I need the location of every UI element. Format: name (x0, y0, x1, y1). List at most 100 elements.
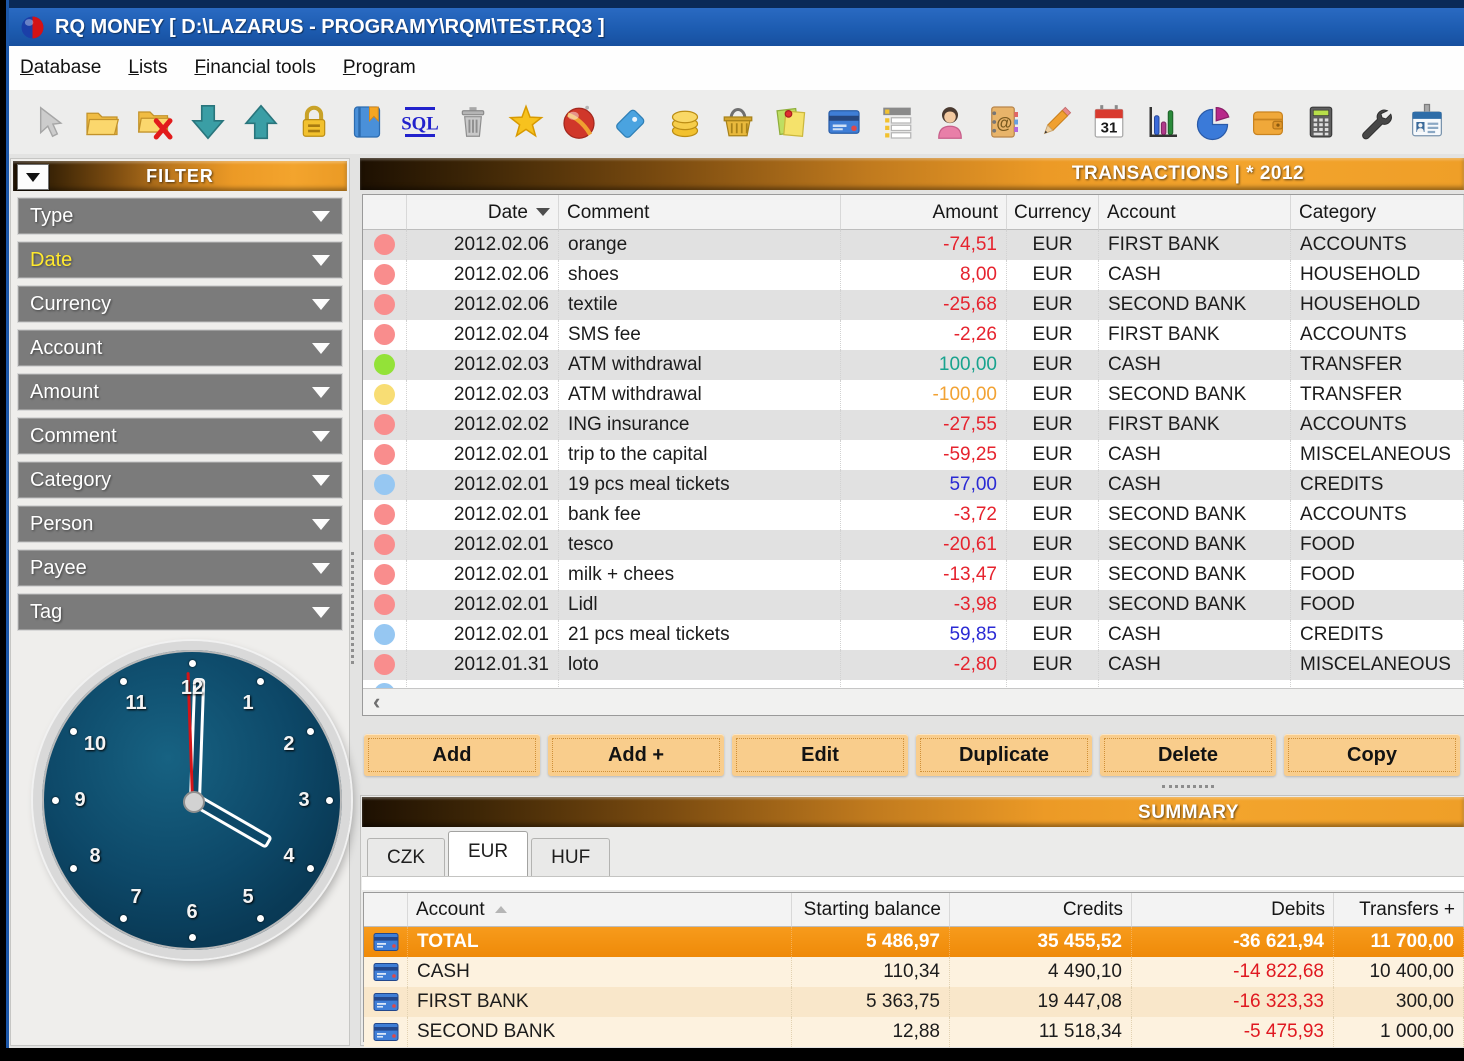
calculator-icon[interactable] (1300, 101, 1342, 143)
basket-icon[interactable] (717, 101, 759, 143)
pie-chart-icon[interactable] (1194, 101, 1236, 143)
summary-column-header-debits[interactable]: Debits (1132, 893, 1334, 927)
cursor-icon[interactable] (28, 101, 70, 143)
summary-column-header-icon[interactable] (364, 893, 408, 927)
credit-card-icon[interactable] (823, 101, 865, 143)
column-header-account[interactable]: Account (1099, 195, 1291, 230)
column-header-amount[interactable]: Amount (841, 195, 1007, 230)
id-card-icon[interactable] (1406, 101, 1448, 143)
filter-item-date[interactable]: Date (17, 241, 343, 279)
journal-icon[interactable] (346, 101, 388, 143)
menu-item-database[interactable]: Database (20, 57, 101, 79)
column-header-dot[interactable] (363, 195, 407, 230)
folder-open-icon[interactable] (81, 101, 123, 143)
filter-collapse-button[interactable] (17, 164, 49, 190)
tag-icon[interactable] (611, 101, 653, 143)
transaction-row[interactable]: 2012.02.06shoes8,00EURCASHHOUSEHOLD (363, 260, 1464, 290)
transaction-row[interactable]: 2012.02.01trip to the capital-59,25EURCA… (363, 440, 1464, 470)
panel-splitter-vertical[interactable] (351, 552, 354, 664)
summary-row[interactable]: SECOND BANK12,8811 518,34-5 475,931 000,… (364, 1017, 1464, 1047)
transaction-row[interactable]: 2012.02.01Lidl-3,98EURSECOND BANKFOOD (363, 590, 1464, 620)
address-book-icon[interactable]: @ (982, 101, 1024, 143)
transaction-row[interactable]: 2012.02.03ATM withdrawal-100,00EURSECOND… (363, 380, 1464, 410)
summary-column-header-starting-balance[interactable]: Starting balance (792, 893, 950, 927)
summary-row[interactable]: FIRST BANK5 363,7519 447,08-16 323,33300… (364, 987, 1464, 1017)
transaction-row[interactable]: 2012.01.31loto-2,80EURCASHMISCELANEOUS (363, 650, 1464, 680)
sql-icon[interactable]: SQL (399, 101, 441, 143)
tab-huf[interactable]: HUF (531, 838, 610, 876)
column-header-currency[interactable]: Currency (1007, 195, 1099, 230)
arrow-down-icon[interactable] (187, 101, 229, 143)
filter-item-amount[interactable]: Amount (17, 373, 343, 411)
clock-number: 7 (123, 884, 149, 910)
panel-splitter-horizontal[interactable] (360, 783, 1464, 789)
copy-button[interactable]: Copy (1284, 734, 1460, 776)
clock-tick-dot (307, 865, 314, 872)
menu-item-program[interactable]: Program (343, 57, 416, 79)
arrow-up-icon[interactable] (240, 101, 282, 143)
filter-item-label: Amount (18, 374, 342, 410)
transaction-row[interactable]: 2012.02.01bank fee-3,72EURSECOND BANKACC… (363, 500, 1464, 530)
bar-chart-icon[interactable] (1141, 101, 1183, 143)
folder-delete-icon[interactable] (134, 101, 176, 143)
add-button[interactable]: Add (364, 734, 540, 776)
wrench-icon[interactable] (1353, 101, 1395, 143)
transaction-row[interactable]: 2012.02.06textile-25,68EURSECOND BANKHOU… (363, 290, 1464, 320)
lock-icon[interactable] (293, 101, 335, 143)
transaction-row[interactable]: 2012.02.02ING insurance-27,55EURFIRST BA… (363, 410, 1464, 440)
column-header-category[interactable]: Category (1291, 195, 1464, 230)
tab-czk[interactable]: CZK (367, 838, 445, 876)
transaction-row[interactable]: 2012.02.04SMS fee-2,26EURFIRST BANKACCOU… (363, 320, 1464, 350)
horizontal-scrollbar[interactable]: ‹ (363, 688, 1464, 715)
filter-item-account[interactable]: Account (17, 329, 343, 367)
add-button[interactable]: Add + (548, 734, 724, 776)
menu-item-financial-tools[interactable]: Financial tools (194, 57, 315, 79)
filter-item-label: Tag (18, 594, 342, 630)
content-area: FILTER TypeDateCurrencyAccountAmountComm… (6, 154, 1464, 1048)
cell-currency: EUR (1007, 590, 1099, 620)
coins-icon[interactable] (664, 101, 706, 143)
star-icon[interactable] (505, 101, 547, 143)
summary-column-header-credits[interactable]: Credits (950, 893, 1132, 927)
checklist-icon[interactable] (876, 101, 918, 143)
scroll-left-icon[interactable]: ‹ (363, 691, 380, 713)
filter-item-payee[interactable]: Payee (17, 549, 343, 587)
column-header-comment[interactable]: Comment (559, 195, 841, 230)
column-header-date[interactable]: Date (407, 195, 559, 230)
debits-value: -14 822,68 (1233, 957, 1324, 987)
filter-item-comment[interactable]: Comment (17, 417, 343, 455)
filter-item-category[interactable]: Category (17, 461, 343, 499)
menu-item-lists[interactable]: Lists (128, 57, 167, 79)
amount-value: -13,47 (943, 564, 997, 585)
delete-button[interactable]: Delete (1100, 734, 1276, 776)
transaction-row[interactable]: 2012.02.03ATM withdrawal100,00EURCASHTRA… (363, 350, 1464, 380)
calendar-icon[interactable]: 31 (1088, 101, 1130, 143)
filter-item-tag[interactable]: Tag (17, 593, 343, 631)
summary-row[interactable]: CASH110,344 490,10-14 822,6810 400,00 (364, 957, 1464, 987)
transaction-row[interactable]: 2012.02.01milk + chees-13,47EURSECOND BA… (363, 560, 1464, 590)
filter-item-person[interactable]: Person (17, 505, 343, 543)
person-icon[interactable] (929, 101, 971, 143)
filter-item-type[interactable]: Type (17, 197, 343, 235)
summary-row-total[interactable]: TOTAL5 486,9735 455,52-36 621,9411 700,0… (364, 927, 1464, 957)
transaction-row[interactable]: 2012.02.06orange-74,51EURFIRST BANKACCOU… (363, 230, 1464, 260)
tab-eur[interactable]: EUR (448, 831, 528, 876)
filter-item-currency[interactable]: Currency (17, 285, 343, 323)
summary-column-header-account[interactable]: Account (408, 893, 792, 927)
filter-header: FILTER (13, 161, 347, 191)
clock-tick-dot (70, 728, 77, 735)
title-bar[interactable]: RQ MONEY [ D:\LAZARUS - PROGRAMY\RQM\TES… (6, 8, 1464, 46)
transaction-row[interactable]: 2012.02.01tesco-20,61EURSECOND BANKFOOD (363, 530, 1464, 560)
notes-icon[interactable] (770, 101, 812, 143)
trash-icon[interactable] (452, 101, 494, 143)
wallet-icon[interactable] (1247, 101, 1289, 143)
edit-button[interactable]: Edit (732, 734, 908, 776)
cell-category: CREDITS (1291, 620, 1464, 650)
duplicate-button[interactable]: Duplicate (916, 734, 1092, 776)
tab-page-strip (362, 876, 1464, 890)
transaction-row[interactable]: 2012.02.0121 pcs meal tickets59,85EURCAS… (363, 620, 1464, 650)
pencil-icon[interactable] (1035, 101, 1077, 143)
transaction-row[interactable]: 2012.02.0119 pcs meal tickets57,00EURCAS… (363, 470, 1464, 500)
summary-column-header-transfers[interactable]: Transfers + (1334, 893, 1464, 927)
ball-icon[interactable] (558, 101, 600, 143)
